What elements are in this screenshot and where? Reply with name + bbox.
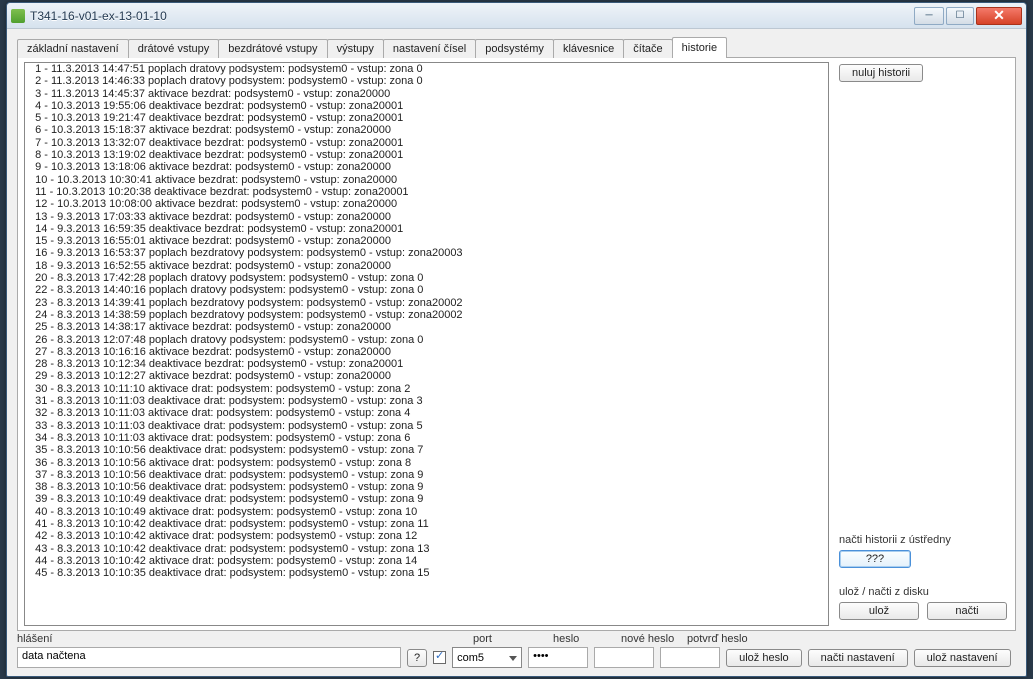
history-row[interactable]: 7 - 10.3.2013 13:32:07 deaktivace bezdra… <box>29 137 826 149</box>
help-button[interactable]: ? <box>407 649 427 667</box>
history-row[interactable]: 5 - 10.3.2013 19:21:47 deaktivace bezdra… <box>29 112 826 124</box>
tab-základní-nastavení[interactable]: základní nastavení <box>17 39 129 58</box>
history-row[interactable]: 44 - 8.3.2013 10:10:42 aktivace drat: po… <box>29 555 826 567</box>
history-row[interactable]: 10 - 10.3.2013 10:30:41 aktivace bezdrat… <box>29 174 826 186</box>
port-label: port <box>473 633 553 645</box>
port-enabled-checkbox[interactable] <box>433 651 446 664</box>
history-row[interactable]: 6 - 10.3.2013 15:18:37 aktivace bezdrat:… <box>29 124 826 136</box>
tab-historie[interactable]: historie <box>672 37 727 58</box>
history-row[interactable]: 45 - 8.3.2013 10:10:35 deaktivace drat: … <box>29 567 826 579</box>
history-row[interactable]: 16 - 9.3.2013 16:53:37 poplach bezdratov… <box>29 247 826 259</box>
nove-heslo-label: nové heslo <box>621 633 687 645</box>
disk-label: ulož / načti z disku <box>839 586 1007 598</box>
history-row[interactable]: 32 - 8.3.2013 10:11:03 aktivace drat: po… <box>29 407 826 419</box>
close-button[interactable]: ✕ <box>976 7 1022 25</box>
history-row[interactable]: 14 - 9.3.2013 16:59:35 deaktivace bezdra… <box>29 223 826 235</box>
potvrd-heslo-label: potvrď heslo <box>687 633 757 645</box>
history-row[interactable]: 8 - 10.3.2013 13:19:02 deaktivace bezdra… <box>29 149 826 161</box>
load-settings-button[interactable]: načti nastavení <box>808 649 908 667</box>
app-icon <box>11 9 25 23</box>
history-row[interactable]: 1 - 11.3.2013 14:47:51 poplach dratovy p… <box>29 63 826 75</box>
history-row[interactable]: 43 - 8.3.2013 10:10:42 deaktivace drat: … <box>29 543 826 555</box>
maximize-button[interactable]: ☐ <box>946 7 974 25</box>
tab-drátové-vstupy[interactable]: drátové vstupy <box>128 39 220 58</box>
disk-save-button[interactable]: ulož <box>839 602 919 620</box>
port-value: com5 <box>457 652 484 664</box>
history-row[interactable]: 3 - 11.3.2013 14:45:37 aktivace bezdrat:… <box>29 88 826 100</box>
tab-bezdrátové-vstupy[interactable]: bezdrátové vstupy <box>218 39 327 58</box>
history-row[interactable]: 24 - 8.3.2013 14:38:59 poplach bezdratov… <box>29 309 826 321</box>
history-row[interactable]: 34 - 8.3.2013 10:11:03 aktivace drat: po… <box>29 432 826 444</box>
tab-strip: základní nastavenídrátové vstupybezdráto… <box>17 37 1016 58</box>
history-row[interactable]: 27 - 8.3.2013 10:16:16 aktivace bezdrat:… <box>29 346 826 358</box>
history-row[interactable]: 20 - 8.3.2013 17:42:28 poplach dratovy p… <box>29 272 826 284</box>
history-row[interactable]: 15 - 9.3.2013 16:55:01 aktivace bezdrat:… <box>29 235 826 247</box>
history-row[interactable]: 29 - 8.3.2013 10:12:27 aktivace bezdrat:… <box>29 370 826 382</box>
history-row[interactable]: 31 - 8.3.2013 10:11:03 deaktivace drat: … <box>29 395 826 407</box>
history-row[interactable]: 18 - 9.3.2013 16:52:55 aktivace bezdrat:… <box>29 260 826 272</box>
status-label: hlášení <box>17 633 409 645</box>
tab-čítače[interactable]: čítače <box>623 39 672 58</box>
app-window: T341-16-v01-ex-13-01-10 ─ ☐ ✕ základní n… <box>6 2 1027 677</box>
tab-klávesnice[interactable]: klávesnice <box>553 39 624 58</box>
history-row[interactable]: 30 - 8.3.2013 10:11:10 aktivace drat: po… <box>29 383 826 395</box>
history-row[interactable]: 41 - 8.3.2013 10:10:42 deaktivace drat: … <box>29 518 826 530</box>
disk-load-button[interactable]: načti <box>927 602 1007 620</box>
tab-podsystémy[interactable]: podsystémy <box>475 39 554 58</box>
save-heslo-button[interactable]: ulož heslo <box>726 649 802 667</box>
history-row[interactable]: 37 - 8.3.2013 10:10:56 deaktivace drat: … <box>29 469 826 481</box>
history-row[interactable]: 36 - 8.3.2013 10:10:56 aktivace drat: po… <box>29 457 826 469</box>
history-row[interactable]: 22 - 8.3.2013 14:40:16 poplach dratovy p… <box>29 284 826 296</box>
window-title: T341-16-v01-ex-13-01-10 <box>30 9 914 23</box>
titlebar: T341-16-v01-ex-13-01-10 ─ ☐ ✕ <box>7 3 1026 29</box>
status-field[interactable]: data načtena <box>17 647 401 668</box>
history-row[interactable]: 35 - 8.3.2013 10:10:56 deaktivace drat: … <box>29 444 826 456</box>
minimize-button[interactable]: ─ <box>914 7 944 25</box>
history-row[interactable]: 4 - 10.3.2013 19:55:06 deaktivace bezdra… <box>29 100 826 112</box>
history-row[interactable]: 26 - 8.3.2013 12:07:48 poplach dratovy p… <box>29 334 826 346</box>
history-row[interactable]: 12 - 10.3.2013 10:08:00 aktivace bezdrat… <box>29 198 826 210</box>
port-combo[interactable]: com5 <box>452 647 522 668</box>
history-row[interactable]: 38 - 8.3.2013 10:10:56 deaktivace drat: … <box>29 481 826 493</box>
potvrd-heslo-field[interactable] <box>660 647 720 668</box>
history-row[interactable]: 28 - 8.3.2013 10:12:34 deaktivace bezdra… <box>29 358 826 370</box>
history-row[interactable]: 23 - 8.3.2013 14:39:41 poplach bezdratov… <box>29 297 826 309</box>
history-row[interactable]: 11 - 10.3.2013 10:20:38 deaktivace bezdr… <box>29 186 826 198</box>
clear-history-button[interactable]: nuluj historii <box>839 64 923 82</box>
history-row[interactable]: 25 - 8.3.2013 14:38:17 aktivace bezdrat:… <box>29 321 826 333</box>
nove-heslo-field[interactable] <box>594 647 654 668</box>
heslo-field[interactable]: •••• <box>528 647 588 668</box>
history-row[interactable]: 40 - 8.3.2013 10:10:49 aktivace drat: po… <box>29 506 826 518</box>
history-row[interactable]: 42 - 8.3.2013 10:10:42 aktivace drat: po… <box>29 530 826 542</box>
history-row[interactable]: 2 - 11.3.2013 14:46:33 poplach dratovy p… <box>29 75 826 87</box>
tab-výstupy[interactable]: výstupy <box>327 39 384 58</box>
read-history-label: načti historii z ústředny <box>839 534 1007 546</box>
tab-nastavení-čísel[interactable]: nastavení čísel <box>383 39 476 58</box>
read-history-button[interactable]: ??? <box>839 550 911 568</box>
save-settings-button[interactable]: ulož nastavení <box>914 649 1011 667</box>
history-row[interactable]: 13 - 9.3.2013 17:03:33 aktivace bezdrat:… <box>29 211 826 223</box>
history-row[interactable]: 9 - 10.3.2013 13:18:06 aktivace bezdrat:… <box>29 161 826 173</box>
heslo-label: heslo <box>553 633 621 645</box>
history-list[interactable]: 1 - 11.3.2013 14:47:51 poplach dratovy p… <box>24 62 829 626</box>
history-row[interactable]: 33 - 8.3.2013 10:11:03 deaktivace drat: … <box>29 420 826 432</box>
history-row[interactable]: 39 - 8.3.2013 10:10:49 deaktivace drat: … <box>29 493 826 505</box>
tab-panel-historie: 1 - 11.3.2013 14:47:51 poplach dratovy p… <box>17 57 1016 631</box>
